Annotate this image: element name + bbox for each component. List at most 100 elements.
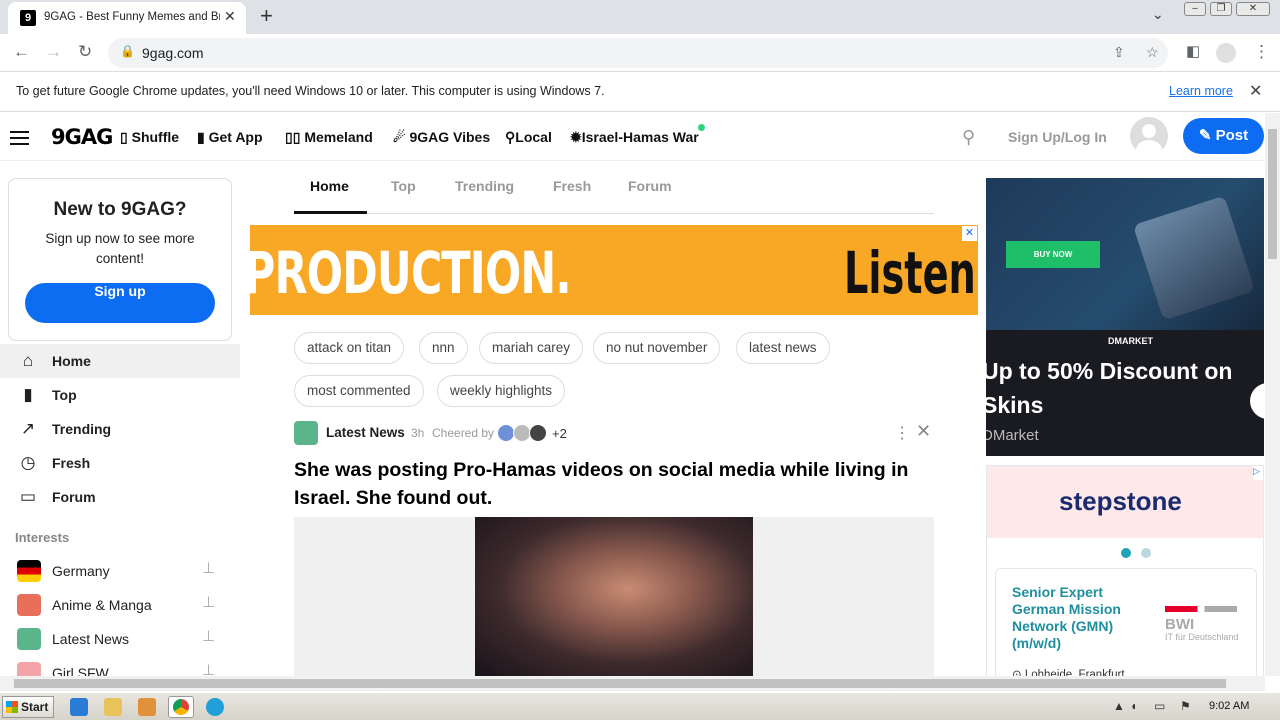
more-options-icon[interactable]: ⋮ bbox=[894, 423, 910, 443]
post-section[interactable]: Latest News bbox=[326, 425, 405, 440]
pin-icon[interactable]: ⊥ bbox=[202, 627, 215, 645]
vibes-icon: ☄ bbox=[393, 129, 406, 145]
company-name: BWI bbox=[1165, 616, 1195, 633]
ad-arrow-button[interactable] bbox=[1250, 383, 1264, 419]
tab-search-chevron-icon[interactable]: ⌄ bbox=[1152, 6, 1164, 23]
forward-icon[interactable]: → bbox=[45, 42, 62, 62]
pin-icon[interactable]: ⊥ bbox=[202, 661, 215, 676]
stepstone-ad[interactable]: stepstone ▷ Senior Expert German Mission… bbox=[986, 465, 1264, 677]
close-tab-icon[interactable]: ✕ bbox=[224, 8, 236, 25]
infobar-close-icon[interactable]: ✕ bbox=[1249, 81, 1262, 101]
pin-icon[interactable]: ⊥ bbox=[202, 593, 215, 611]
lock-icon[interactable]: 🔒 bbox=[120, 44, 135, 58]
network-icon[interactable]: ▭ bbox=[1154, 699, 1165, 713]
interest-girl-sfw[interactable]: Girl SFW ⊥ bbox=[0, 656, 240, 676]
nav-memeland[interactable]: ▯▯ Memeland bbox=[285, 129, 373, 146]
tab-title: 9GAG - Best Funny Memes and Breaking New… bbox=[44, 11, 220, 23]
vertical-scrollbar[interactable] bbox=[1265, 113, 1280, 676]
nav-9gag-vibes[interactable]: ☄ 9GAG Vibes bbox=[393, 129, 490, 146]
ad-text-left: PRODUCTION. bbox=[250, 239, 572, 307]
tag-chip[interactable]: nnn bbox=[419, 332, 468, 364]
nav-israel-hamas-war[interactable]: ✹Israel-Hamas War bbox=[570, 129, 699, 146]
dmarket-ad[interactable]: BUY NOW DMARKET Up to 50% Discount on Sk… bbox=[986, 178, 1264, 456]
nav-local[interactable]: ⚲Local bbox=[505, 129, 552, 146]
explorer-icon[interactable] bbox=[104, 698, 122, 716]
tag-chip[interactable]: no nut november bbox=[593, 332, 721, 364]
scroll-thumb[interactable] bbox=[14, 679, 1226, 688]
back-icon[interactable]: ← bbox=[13, 42, 30, 62]
nav-shuffle[interactable]: ▯ Shuffle bbox=[120, 129, 179, 146]
tag-chip[interactable]: latest news bbox=[736, 332, 830, 364]
reload-icon[interactable]: ↻ bbox=[78, 42, 92, 62]
job-title[interactable]: Senior Expert German Mission Network (GM… bbox=[1012, 584, 1132, 652]
window-close-icon[interactable]: ✕ bbox=[1236, 2, 1270, 16]
tab-forum[interactable]: Forum bbox=[628, 178, 672, 194]
sidebar-item-label: Top bbox=[52, 387, 77, 403]
site-header: 9GAG ▯ Shuffle ▮ Get App ▯▯ Memeland ☄ 9… bbox=[0, 113, 1265, 161]
sidebar-item-home[interactable]: ⌂ Home bbox=[0, 344, 240, 378]
sidebar-item-forum[interactable]: ▭ Forum bbox=[0, 480, 240, 514]
post-label: Post bbox=[1215, 127, 1249, 144]
profile-icon[interactable] bbox=[1216, 43, 1236, 63]
post-title[interactable]: She was posting Pro-Hamas videos on soci… bbox=[294, 456, 934, 512]
edge-icon[interactable] bbox=[206, 698, 224, 716]
volume-icon[interactable]: ◖ bbox=[1130, 699, 1137, 713]
news-section-icon[interactable] bbox=[294, 421, 318, 445]
carousel-dot-active[interactable] bbox=[1121, 548, 1131, 558]
adchoices-icon[interactable]: ▷ bbox=[1253, 466, 1263, 480]
scroll-thumb[interactable] bbox=[1268, 129, 1277, 259]
sidebar-item-top[interactable]: ▮ Top bbox=[0, 378, 240, 412]
sidebar-item-trending[interactable]: ↗ Trending bbox=[0, 412, 240, 446]
stepstone-logo: stepstone bbox=[1059, 486, 1182, 516]
nav-get-app[interactable]: ▮ Get App bbox=[197, 129, 263, 146]
share-icon[interactable]: ⇪ bbox=[1113, 44, 1125, 61]
side-panel-icon[interactable]: ◧ bbox=[1186, 42, 1200, 60]
start-button[interactable]: Start bbox=[2, 696, 54, 718]
post-button[interactable]: ✎ Post bbox=[1183, 118, 1264, 154]
new-tab-icon[interactable]: + bbox=[260, 3, 273, 29]
url-text[interactable]: 9gag.com bbox=[142, 45, 203, 61]
live-indicator-dot bbox=[698, 124, 705, 131]
tab-top[interactable]: Top bbox=[391, 178, 416, 194]
interest-anime-manga[interactable]: Anime & Manga ⊥ bbox=[0, 588, 240, 622]
tray-arrow-icon[interactable]: ▲ bbox=[1113, 699, 1125, 713]
browser-tab[interactable]: 9 9GAG - Best Funny Memes and Breaking N… bbox=[8, 2, 246, 34]
tab-trending[interactable]: Trending bbox=[455, 178, 514, 194]
minimize-icon[interactable]: – bbox=[1184, 2, 1206, 16]
hide-post-icon[interactable]: ✕ bbox=[916, 421, 931, 442]
interest-germany[interactable]: Germany ⊥ bbox=[0, 554, 240, 588]
media-player-icon[interactable] bbox=[138, 698, 156, 716]
ad-close-icon[interactable]: ✕ bbox=[962, 226, 977, 241]
tab-home[interactable]: Home bbox=[310, 178, 349, 194]
tab-fresh[interactable]: Fresh bbox=[553, 178, 591, 194]
buy-now-button[interactable]: BUY NOW bbox=[1006, 241, 1100, 268]
restore-icon[interactable]: ❐ bbox=[1210, 2, 1232, 16]
tag-chip[interactable]: attack on titan bbox=[294, 332, 405, 364]
menu-kebab-icon[interactable]: ⋮ bbox=[1253, 42, 1270, 62]
flag-icon[interactable]: ⚑ bbox=[1180, 699, 1191, 713]
signup-button[interactable]: Sign up bbox=[25, 283, 215, 323]
site-logo[interactable]: 9GAG bbox=[51, 125, 113, 149]
learn-more-link[interactable]: Learn more bbox=[1169, 84, 1233, 98]
post-video[interactable] bbox=[475, 517, 753, 677]
horizontal-scrollbar[interactable] bbox=[0, 676, 1265, 691]
interest-label: Latest News bbox=[52, 631, 130, 647]
avatar[interactable] bbox=[1130, 117, 1168, 155]
sidebar-item-fresh[interactable]: ◷ Fresh bbox=[0, 446, 240, 480]
tag-chip[interactable]: most commented bbox=[294, 375, 424, 407]
tag-chip[interactable]: weekly highlights bbox=[437, 375, 566, 407]
9gag-favicon-icon: 9 bbox=[20, 10, 36, 26]
login-link[interactable]: Sign Up/Log In bbox=[1008, 129, 1107, 145]
interest-label: Girl SFW bbox=[52, 665, 109, 676]
address-bar[interactable]: 🔒 9gag.com ⇪ ☆ bbox=[108, 38, 1168, 68]
bookmark-star-icon[interactable]: ☆ bbox=[1146, 44, 1159, 61]
tag-chip[interactable]: mariah carey bbox=[479, 332, 584, 364]
pin-icon[interactable]: ⊥ bbox=[202, 559, 215, 577]
search-icon[interactable]: ⚲ bbox=[962, 127, 975, 148]
clock-icon: ◷ bbox=[20, 453, 36, 472]
carousel-dot[interactable] bbox=[1141, 548, 1151, 558]
ie-icon[interactable] bbox=[70, 698, 88, 716]
interest-latest-news[interactable]: Latest News ⊥ bbox=[0, 622, 240, 656]
banner-ad[interactable]: PRODUCTION. Listen now on S bbox=[250, 225, 978, 315]
hamburger-menu-icon[interactable] bbox=[10, 137, 29, 139]
